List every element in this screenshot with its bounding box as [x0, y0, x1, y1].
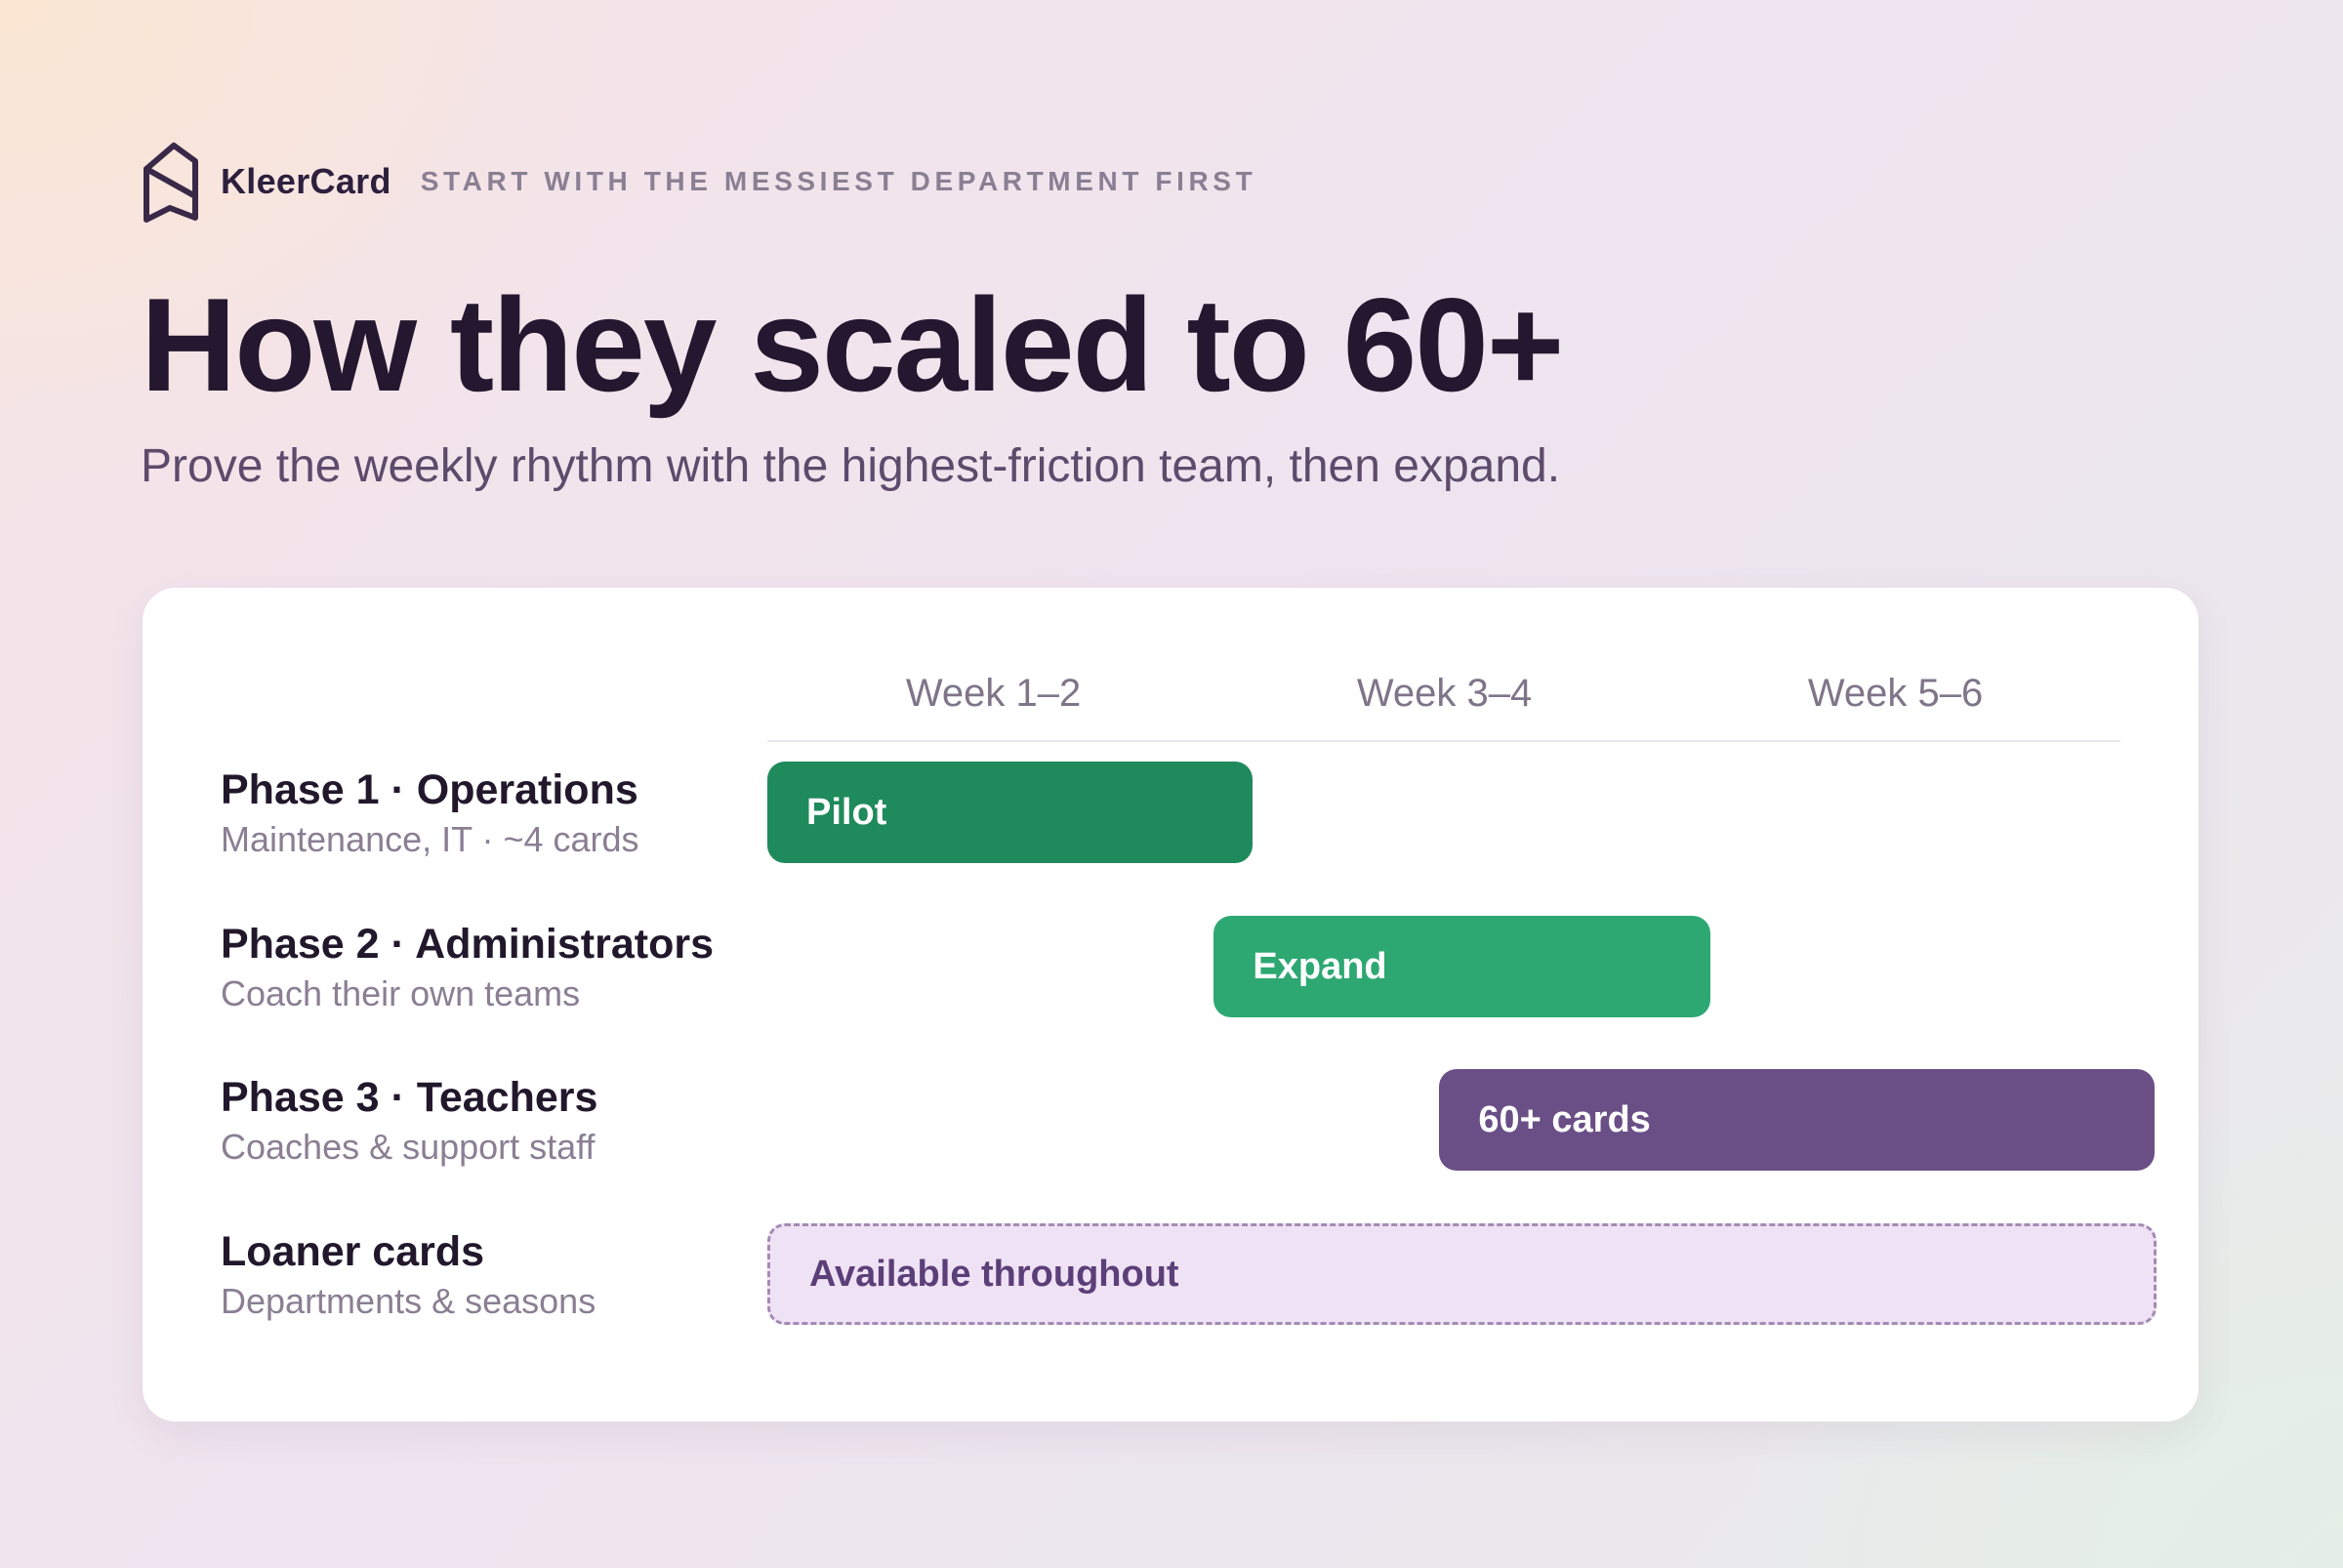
brand-row: KleerCard START WITH THE MESSIEST DEPART… — [141, 140, 1256, 224]
week-column-header: Week 3–4 — [1356, 672, 1533, 715]
eyebrow-text: START WITH THE MESSIEST DEPARTMENT FIRST — [420, 166, 1257, 196]
phase-title: Phase 2 · Administrators — [221, 921, 714, 968]
phase-label: Phase 2 · Administrators Coach their own … — [221, 918, 714, 1017]
week-column-header: Week 5–6 — [1807, 672, 1984, 715]
phase-subtitle: Coach their own teams — [221, 973, 581, 1013]
header-divider — [767, 740, 2120, 742]
headline: How they scaled to 60+ — [141, 270, 1564, 419]
bar-label: Available throughout — [809, 1253, 1179, 1295]
phase-title: Phase 3 · Teachers — [221, 1074, 598, 1121]
phase-subtitle: Maintenance, IT · ~4 cards — [221, 819, 639, 859]
bar-label: Expand — [1253, 945, 1387, 987]
timeline-bar: 60+ cards — [1439, 1069, 2155, 1171]
bar-label: 60+ cards — [1478, 1098, 1651, 1140]
timeline-card: Week 1–2 Week 3–4 Week 5–6 Phase 1 · Operat… — [143, 588, 2199, 1422]
kleercard-logo-icon — [144, 143, 198, 223]
phase-label: Phase 1 · Operations Maintenance, IT · ~4… — [221, 763, 639, 863]
phase-label: Loaner cards Departments & seasons — [221, 1225, 596, 1325]
subheadline: Prove the weekly rhythm with the highest… — [141, 440, 1561, 492]
bar-label: Pilot — [806, 791, 887, 833]
timeline-bar: Expand — [1213, 916, 1710, 1017]
week-column-header: Week 1–2 — [905, 672, 1082, 715]
timeline-bar: Pilot — [767, 762, 1253, 863]
phase-subtitle: Departments & seasons — [221, 1281, 596, 1321]
phase-title: Loaner cards — [221, 1228, 485, 1275]
phase-label: Phase 3 · Teachers Coaches & support staf… — [221, 1071, 597, 1171]
phase-title: Phase 1 · Operations — [221, 766, 638, 813]
phase-subtitle: Coaches & support staff — [221, 1127, 596, 1167]
brand-name: KleerCard — [221, 161, 391, 201]
timeline-bar: Available throughout — [767, 1223, 2157, 1325]
